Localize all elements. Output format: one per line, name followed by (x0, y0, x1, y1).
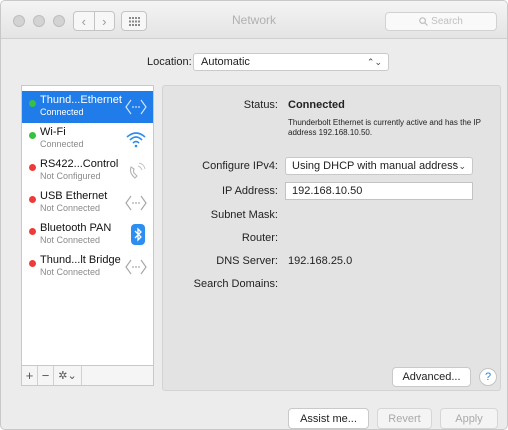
status-dot-red (29, 260, 36, 267)
service-name: Thund...Ethernet (40, 94, 122, 106)
advanced-button[interactable]: Advanced... (392, 367, 471, 387)
add-service-button[interactable]: + (22, 366, 38, 385)
location-select[interactable]: Automatic ⌃⌄ (193, 53, 389, 71)
configure-ipv4-select[interactable]: Using DHCP with manual address ⌃⌄ (285, 157, 473, 175)
service-name: Wi-Fi (40, 126, 66, 138)
location-value: Automatic (201, 56, 250, 68)
service-item-usb-ethernet[interactable]: USB Ethernet Not Connected (22, 187, 153, 219)
configure-ipv4-value: Using DHCP with manual address (292, 160, 459, 172)
status-dot-red (29, 228, 36, 235)
apply-button[interactable]: Apply (440, 408, 498, 429)
title-bar: ‹ › Network Search (1, 1, 507, 39)
configure-ipv4-label: Configure IPv4: (202, 160, 278, 172)
ip-address-label: IP Address: (221, 185, 278, 197)
status-dot-green (29, 100, 36, 107)
ethernet-arrows-icon (125, 99, 147, 115)
dns-server-value: 192.168.25.0 (288, 255, 353, 267)
service-status: Not Connected (40, 203, 101, 213)
location-label: Location: (147, 56, 192, 68)
assist-me-button[interactable]: Assist me... (288, 408, 369, 429)
search-placeholder: Search (431, 16, 463, 27)
help-button[interactable]: ? (479, 368, 497, 386)
bluetooth-icon (131, 224, 145, 245)
service-list: Thund...Ethernet Connected Wi-Fi Connect… (21, 85, 154, 366)
status-dot-green (29, 132, 36, 139)
search-field[interactable]: Search (385, 12, 497, 31)
service-status: Connected (40, 139, 84, 149)
network-preferences-window: ‹ › Network Search Location: Automatic ⌃… (0, 0, 508, 430)
ethernet-arrows-icon (125, 259, 147, 275)
ip-address-input[interactable]: 192.168.10.50 (285, 182, 473, 200)
search-domains-label: Search Domains: (193, 278, 278, 290)
dns-server-label: DNS Server: (216, 255, 278, 267)
service-status: Not Configured (40, 171, 101, 181)
updown-chevron-icon: ⌃⌄ (450, 161, 466, 171)
service-item-thunderbolt-bridge[interactable]: Thund...lt Bridge Not Connected (22, 251, 153, 283)
service-name: Bluetooth PAN (40, 222, 112, 234)
service-status: Not Connected (40, 235, 101, 245)
service-name: Thund...lt Bridge (40, 254, 121, 266)
service-status: Not Connected (40, 267, 101, 277)
status-value: Connected (288, 99, 345, 111)
phone-icon (129, 162, 146, 179)
service-status: Connected (40, 107, 84, 117)
status-label: Status: (243, 99, 278, 111)
status-dot-red (29, 196, 36, 203)
service-item-thunderbolt-ethernet[interactable]: Thund...Ethernet Connected (22, 91, 153, 123)
updown-chevron-icon: ⌃⌄ (366, 57, 382, 67)
gear-icon[interactable]: ✲⌄ (54, 366, 82, 385)
search-icon (419, 17, 429, 26)
status-dot-red (29, 164, 36, 171)
wifi-icon (126, 132, 146, 148)
service-list-controls: + − ✲⌄ (21, 366, 154, 386)
ethernet-arrows-icon (125, 195, 147, 211)
router-label: Router: (241, 232, 278, 244)
service-item-wifi[interactable]: Wi-Fi Connected (22, 123, 153, 155)
service-item-bluetooth-pan[interactable]: Bluetooth PAN Not Connected (22, 219, 153, 251)
service-item-rs422-control[interactable]: RS422...Control Not Configured (22, 155, 153, 187)
status-description: Thunderbolt Ethernet is currently active… (288, 118, 481, 137)
subnet-mask-label: Subnet Mask: (210, 209, 278, 221)
remove-service-button[interactable]: − (38, 366, 54, 385)
service-name: RS422...Control (40, 158, 119, 170)
revert-button[interactable]: Revert (377, 408, 432, 429)
service-name: USB Ethernet (40, 190, 108, 202)
